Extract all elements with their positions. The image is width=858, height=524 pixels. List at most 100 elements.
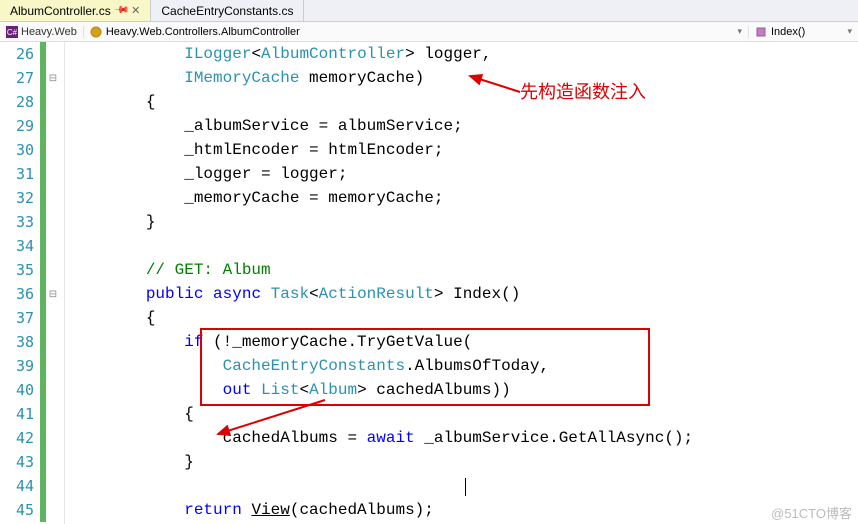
change-bar [40, 474, 46, 498]
gutter-row: 30 [0, 138, 64, 162]
code-area[interactable]: ILogger<AlbumController> logger, IMemory… [65, 42, 858, 524]
code-line[interactable]: return View(cachedAlbums); [69, 498, 858, 522]
code-line[interactable]: if (!_memoryCache.TryGetValue( [69, 330, 858, 354]
change-bar [40, 42, 46, 66]
code-line[interactable]: _memoryCache = memoryCache; [69, 186, 858, 210]
fold-toggle[interactable]: ⊟ [46, 289, 60, 300]
tab-cache-entry-constants[interactable]: CacheEntryConstants.cs [151, 0, 304, 21]
line-number: 33 [0, 213, 40, 231]
gutter-row: 41 [0, 402, 64, 426]
gutter-row: 36 ⊟ [0, 282, 64, 306]
change-bar [40, 402, 46, 426]
line-number: 29 [0, 117, 40, 135]
gutter-row: 26 [0, 42, 64, 66]
line-number: 38 [0, 333, 40, 351]
code-line[interactable]: CacheEntryConstants.AlbumsOfToday, [69, 354, 858, 378]
code-line[interactable]: } [69, 450, 858, 474]
navigation-bar: C# Heavy.Web Heavy.Web.Controllers.Album… [0, 22, 858, 42]
gutter-row: 35 [0, 258, 64, 282]
gutter-row: 42 [0, 426, 64, 450]
change-bar [40, 138, 46, 162]
line-number: 40 [0, 381, 40, 399]
line-number: 30 [0, 141, 40, 159]
gutter-row: 38 [0, 330, 64, 354]
gutter-row: 32 [0, 186, 64, 210]
watermark: @51CTO博客 [771, 503, 852, 522]
fold-toggle[interactable]: ⊟ [46, 73, 60, 84]
code-line[interactable]: _logger = logger; [69, 162, 858, 186]
change-bar [40, 162, 46, 186]
svg-text:C#: C# [7, 28, 18, 37]
gutter-row: 39 [0, 354, 64, 378]
change-bar [40, 330, 46, 354]
code-line[interactable]: { [69, 306, 858, 330]
change-bar [40, 450, 46, 474]
pin-icon[interactable]: 📌 [113, 2, 130, 19]
text-cursor [465, 478, 466, 496]
gutter-row: 34 [0, 234, 64, 258]
gutter-row: 33 [0, 210, 64, 234]
project-name: Heavy.Web [21, 26, 77, 38]
line-number: 45 [0, 501, 40, 519]
code-line[interactable]: cachedAlbums = await _albumService.GetAl… [69, 426, 858, 450]
chevron-down-icon: ▾ [737, 26, 742, 37]
line-number: 26 [0, 45, 40, 63]
code-line[interactable]: IMemoryCache memoryCache) [69, 66, 858, 90]
gutter-row: 45 [0, 498, 64, 522]
code-line[interactable]: { [69, 402, 858, 426]
gutter-row: 37 [0, 306, 64, 330]
project-dropdown[interactable]: C# Heavy.Web [0, 26, 83, 38]
member-name: Index() [771, 26, 805, 38]
tab-album-controller[interactable]: AlbumController.cs 📌 ✕ [0, 0, 151, 21]
code-line[interactable] [69, 234, 858, 258]
document-tabs: AlbumController.cs 📌 ✕ CacheEntryConstan… [0, 0, 858, 22]
line-number: 34 [0, 237, 40, 255]
gutter-row: 29 [0, 114, 64, 138]
change-bar [40, 426, 46, 450]
line-number: 27 [0, 69, 40, 87]
method-icon [755, 26, 767, 38]
change-bar [40, 306, 46, 330]
change-bar [40, 498, 46, 522]
close-icon[interactable]: ✕ [131, 4, 140, 17]
line-number: 35 [0, 261, 40, 279]
line-number: 37 [0, 309, 40, 327]
class-icon [90, 26, 102, 38]
annotation-text: 先构造函数注入 [520, 80, 646, 104]
gutter-row: 40 [0, 378, 64, 402]
code-line[interactable] [69, 474, 858, 498]
class-name: Heavy.Web.Controllers.AlbumController [106, 26, 300, 38]
class-dropdown[interactable]: Heavy.Web.Controllers.AlbumController ▾ [83, 26, 748, 38]
line-number: 36 [0, 285, 40, 303]
code-line[interactable]: _htmlEncoder = htmlEncoder; [69, 138, 858, 162]
gutter-row: 43 [0, 450, 64, 474]
gutter-row: 31 [0, 162, 64, 186]
change-bar [40, 210, 46, 234]
line-number-gutter: 2627⊟282930313233343536⊟3738394041424344… [0, 42, 65, 524]
code-editor[interactable]: 2627⊟282930313233343536⊟3738394041424344… [0, 42, 858, 524]
code-line[interactable]: _albumService = albumService; [69, 114, 858, 138]
change-bar [40, 234, 46, 258]
change-bar [40, 114, 46, 138]
change-bar [40, 378, 46, 402]
change-bar [40, 354, 46, 378]
line-number: 31 [0, 165, 40, 183]
line-number: 32 [0, 189, 40, 207]
code-line[interactable]: ILogger<AlbumController> logger, [69, 42, 858, 66]
code-line[interactable]: public async Task<ActionResult> Index() [69, 282, 858, 306]
code-line[interactable]: // GET: Album [69, 258, 858, 282]
line-number: 43 [0, 453, 40, 471]
member-dropdown[interactable]: Index() ▾ [748, 26, 858, 38]
gutter-row: 27 ⊟ [0, 66, 64, 90]
line-number: 42 [0, 429, 40, 447]
line-number: 44 [0, 477, 40, 495]
code-line[interactable]: { [69, 90, 858, 114]
csharp-project-icon: C# [6, 26, 18, 38]
tab-label: AlbumController.cs [10, 4, 111, 18]
change-bar [40, 186, 46, 210]
chevron-down-icon: ▾ [847, 26, 852, 37]
code-line[interactable]: out List<Album> cachedAlbums)) [69, 378, 858, 402]
code-line[interactable]: } [69, 210, 858, 234]
line-number: 39 [0, 357, 40, 375]
line-number: 41 [0, 405, 40, 423]
